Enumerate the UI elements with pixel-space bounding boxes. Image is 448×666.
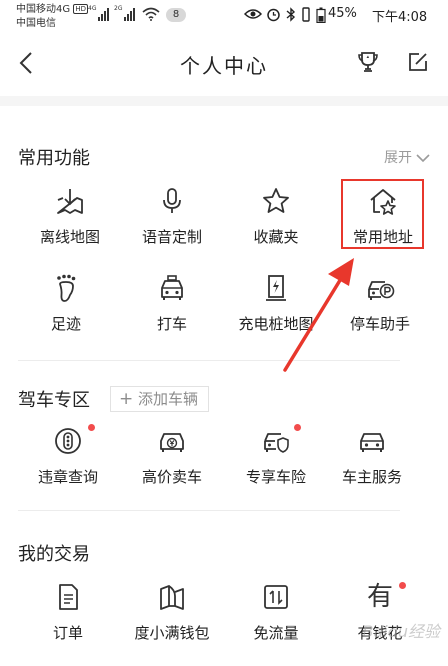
trophy-icon	[358, 52, 378, 72]
parking-assistant-item[interactable]: 停车助手	[324, 273, 436, 334]
taxi-label: 打车	[156, 315, 187, 333]
car-shield-icon	[264, 433, 289, 453]
offline-map-label: 离线地图	[39, 228, 100, 246]
microphone-icon	[163, 188, 181, 213]
plus-icon: +	[119, 389, 134, 409]
badge-dot	[294, 424, 301, 431]
violation-query-label: 违章查询	[37, 468, 98, 486]
section-gap	[0, 96, 448, 106]
data-transfer-icon	[264, 585, 288, 609]
battery-percent: 45%	[328, 6, 357, 21]
wifi-icon	[142, 7, 160, 24]
owner-service-item[interactable]: 车主服务	[316, 426, 428, 487]
bluetooth-icon	[286, 7, 296, 22]
free-data-item[interactable]: 免流量	[220, 582, 332, 643]
you-qian-hua-label: 有钱花	[357, 624, 403, 642]
orders-label: 订单	[52, 624, 83, 642]
orders-item[interactable]: 订单	[12, 582, 124, 643]
free-data-label: 免流量	[253, 624, 299, 642]
document-icon	[59, 584, 78, 610]
sell-car-item[interactable]: 高价卖车	[116, 426, 228, 487]
achievement-button[interactable]	[354, 48, 382, 76]
highlight-box	[341, 179, 424, 249]
status-right: 45% 下午4:08	[236, 6, 436, 25]
status-bar: 中国移动4G HD 中国电信 4G 2G 8 45% 下午4:08	[0, 0, 448, 36]
charging-pile-icon	[266, 275, 286, 301]
edit-icon	[409, 53, 427, 71]
status-time: 下午4:08	[372, 10, 428, 25]
you-qian-hua-icon: 有	[366, 582, 393, 612]
sell-car-label: 高价卖车	[141, 468, 202, 486]
carrier-1: 中国移动4G HD	[16, 4, 88, 15]
taxi-icon	[161, 275, 183, 300]
badge-dot	[88, 424, 95, 431]
violation-query-item[interactable]: 违章查询	[12, 424, 124, 487]
footprint-icon	[57, 274, 76, 302]
charging-map-label: 充电桩地图	[238, 315, 314, 333]
traffic-light-icon	[55, 428, 81, 454]
favorites-item[interactable]: 收藏夹	[220, 186, 332, 247]
voice-custom-label: 语音定制	[141, 228, 202, 246]
chevron-down-icon	[416, 154, 430, 163]
download-map-icon	[57, 189, 83, 214]
expand-button[interactable]: 展开	[384, 147, 430, 167]
parking-car-icon	[368, 281, 395, 300]
divider	[18, 510, 400, 511]
wallet-label: 度小满钱包	[134, 624, 210, 642]
car-yuan-icon	[160, 433, 184, 452]
feedback-edit-button[interactable]	[404, 48, 432, 76]
carrier-2: 中国电信	[16, 18, 56, 29]
wallet-item[interactable]: 度小满钱包	[116, 582, 228, 643]
chevron-left-icon	[19, 52, 32, 74]
add-car-button[interactable]: + 添加车辆	[110, 386, 210, 412]
notification-count-badge: 8	[166, 8, 186, 22]
my-trade-title: 我的交易	[18, 544, 90, 565]
car-icon	[360, 433, 384, 452]
wallet-book-icon	[160, 585, 184, 610]
vibrate-icon	[302, 7, 310, 22]
battery-icon	[316, 7, 326, 23]
taxi-item[interactable]: 打车	[116, 273, 228, 334]
you-qian-hua-item[interactable]: 有 有钱花	[324, 582, 436, 643]
footprint-label: 足迹	[50, 315, 81, 333]
title-bar: 个人中心	[0, 36, 448, 92]
signal-icon-1: 4G	[88, 6, 110, 24]
voice-custom-item[interactable]: 语音定制	[116, 186, 228, 247]
hd-badge: HD	[73, 4, 88, 14]
divider	[18, 360, 400, 361]
driving-zone-title: 驾车专区	[18, 390, 90, 411]
star-icon	[263, 188, 289, 213]
footprint-item[interactable]: 足迹	[10, 273, 122, 334]
offline-map-item[interactable]: 离线地图	[14, 186, 126, 247]
favorites-label: 收藏夹	[253, 228, 299, 246]
alarm-icon	[267, 8, 280, 22]
common-functions-title: 常用功能	[18, 148, 90, 169]
parking-assistant-label: 停车助手	[349, 315, 410, 333]
back-button[interactable]	[14, 50, 40, 76]
charging-map-item[interactable]: 充电桩地图	[220, 273, 332, 334]
eye-icon	[244, 9, 262, 19]
signal-icon-2: 2G	[114, 6, 136, 24]
badge-dot	[399, 582, 406, 589]
owner-service-label: 车主服务	[341, 468, 402, 486]
